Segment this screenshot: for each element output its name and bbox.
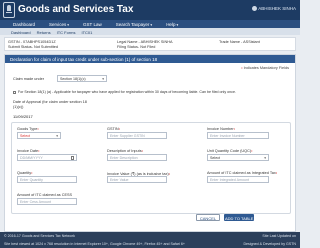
footer-credits: Designed & Developed by GSTN — [243, 242, 296, 246]
footer-last-updated: Site Last Updated on — [262, 234, 296, 238]
cancel-button[interactable]: CANCEL — [196, 214, 220, 221]
integrated-tax-input[interactable]: Enter Integrated Amount — [207, 176, 269, 183]
chevron-down-icon: ▾ — [150, 22, 153, 27]
chevron-down-icon: ▾ — [67, 22, 70, 27]
claim-made-under-select[interactable]: Section 18(1)(c) ▾ — [57, 75, 107, 82]
claim-made-under-label: Claim made under — [13, 77, 45, 81]
trade-name-text: Trade Name - ASSistant — [219, 40, 260, 44]
description-label: Description of Inputs• — [107, 149, 143, 153]
panel-title: Declaration for claim of input tax credi… — [5, 55, 295, 63]
invoice-number-input[interactable]: Enter Invoice Number — [207, 132, 269, 139]
invoice-number-label: Invoice Number• — [207, 127, 235, 131]
chevron-down-icon: ▾ — [56, 134, 58, 138]
footer: © 2016-17 Goods and Services Tax Network… — [0, 232, 300, 248]
gstin-label: GSTIN• — [107, 127, 120, 131]
date-approval-value: 11/09/2017 — [13, 114, 33, 119]
user-menu[interactable]: ABHISHEK SINHA — [252, 6, 296, 12]
breadcrumb-itc-forms[interactable]: ITC Forms — [54, 28, 79, 35]
submit-status-text: Submit Status- Not Submitted — [8, 44, 59, 49]
nav-services[interactable]: Services▾ — [42, 20, 76, 28]
chevron-down-icon: ▾ — [102, 77, 104, 81]
nav-dashboard[interactable]: Dashboard — [6, 20, 42, 28]
invoice-value-input[interactable]: Enter Value — [107, 176, 167, 183]
goods-type-label: Goods Type• — [17, 127, 39, 131]
national-emblem-icon — [3, 2, 15, 18]
footer-copyright: © 2016-17 Goods and Services Tax Network — [4, 234, 75, 238]
uqc-select[interactable]: Select ▾ — [207, 154, 269, 161]
footer-browser-note: Site best viewed at 1024 x 768 resolutio… — [4, 242, 185, 246]
checkbox-label: For Section 18(1) (a) - Applicable for t… — [18, 90, 236, 95]
user-icon — [252, 6, 258, 12]
chevron-down-icon: ▾ — [176, 22, 179, 27]
integrated-tax-label: Amount of ITC claimed as Integrated Tax• — [207, 171, 278, 175]
nav-help[interactable]: Help▾ — [159, 20, 185, 28]
description-input[interactable]: Enter Description — [107, 154, 167, 161]
invoice-date-label: Invoice Date• — [17, 149, 40, 153]
goods-type-select[interactable]: Select ▾ — [17, 132, 61, 139]
supplier-gstin-input[interactable]: Enter Supplier GSTIN — [107, 132, 167, 139]
cess-label: Amount of ITC claimed as CESS — [17, 193, 73, 197]
nav-search-taxpayer[interactable]: Search Taxpayer▾ — [109, 20, 159, 28]
breadcrumb-dashboard[interactable]: Dashboard — [8, 28, 34, 35]
date-approval-label-2: (1)(c)) — [13, 105, 24, 109]
top-header: Goods and Services Tax ABHISHEK SINHA — [0, 0, 300, 20]
calendar-icon[interactable] — [70, 156, 74, 160]
main-nav: Dashboard Services▾ GST Law Search Taxpa… — [0, 20, 300, 28]
app-title: Goods and Services Tax — [18, 4, 134, 15]
invoice-date-input[interactable]: DD/MM/YYYY — [17, 154, 77, 161]
filing-status-text: Filing Status- Not Filed — [117, 44, 156, 49]
date-approval-label: Date of Approval (for claim under sectio… — [13, 100, 87, 104]
chevron-down-icon: ▾ — [264, 156, 266, 160]
uqc-label: Unit Quantity Code (UQC)• — [207, 149, 253, 153]
breadcrumb: Dashboard Returns ITC Forms ITC01 — [0, 28, 300, 35]
declaration-panel: Declaration for claim of input tax credi… — [4, 54, 296, 232]
breadcrumb-itc01: ITC01 — [81, 29, 93, 35]
section-18a-checkbox[interactable] — [13, 91, 16, 94]
mandatory-note: • Indicates Mandatory Fields — [241, 66, 289, 70]
breadcrumb-returns[interactable]: Returns — [34, 28, 54, 35]
add-to-table-button[interactable]: ADD TO TABLE — [224, 214, 254, 221]
taxpayer-info: GSTIN - 07ABHPS1054D1Z Submit Status- No… — [4, 37, 296, 51]
quantity-input[interactable]: Enter Quantity — [17, 176, 77, 183]
nav-gst-law[interactable]: GST Law — [76, 20, 109, 28]
quantity-label: Quantity• — [17, 171, 33, 175]
user-name: ABHISHEK SINHA — [258, 6, 296, 11]
cess-input[interactable]: Enter Cess Amount — [17, 198, 77, 205]
